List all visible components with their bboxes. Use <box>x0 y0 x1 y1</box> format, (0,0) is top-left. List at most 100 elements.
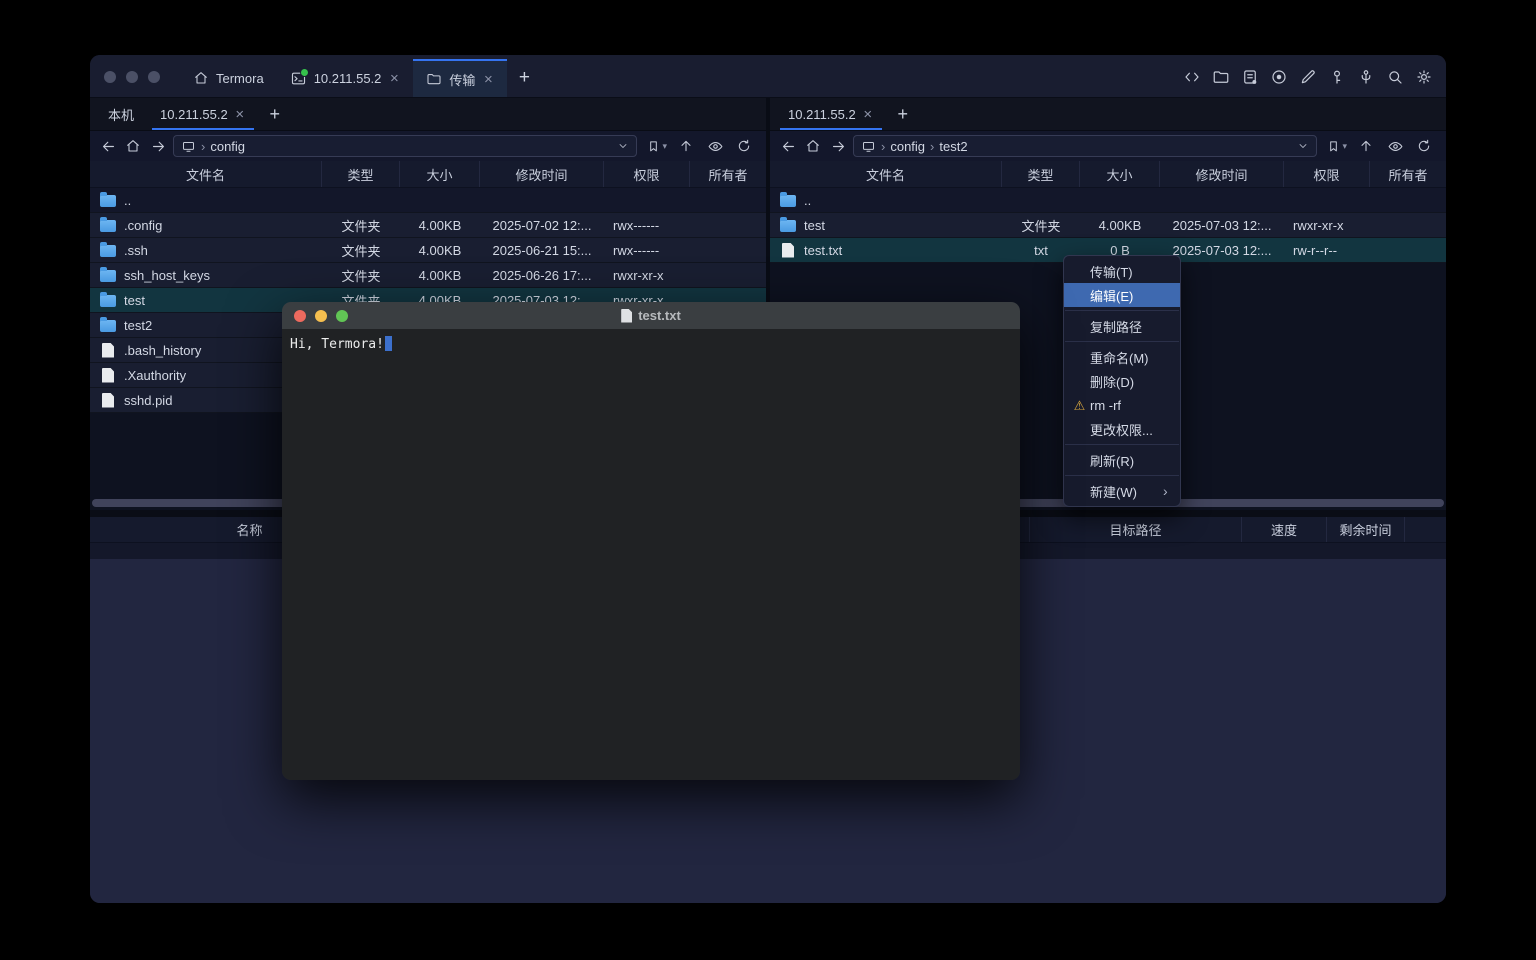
table-row[interactable]: .. <box>90 188 766 213</box>
macro-record-button[interactable] <box>1270 68 1288 86</box>
home-button[interactable] <box>123 136 143 156</box>
tab-termora-home[interactable]: Termora <box>180 59 277 97</box>
context-menu-item[interactable]: 重命名(M) <box>1064 345 1180 369</box>
path-dropdown-button[interactable] <box>617 140 629 152</box>
bookmarks-button[interactable] <box>646 139 667 154</box>
context-menu-item[interactable]: rm -rf <box>1064 393 1180 417</box>
context-menu-item[interactable]: 删除(D) <box>1064 369 1180 393</box>
column-header[interactable]: 剩余时间 <box>1327 517 1405 542</box>
context-menu-item[interactable]: 复制路径 <box>1064 314 1180 338</box>
file-name-cell: .. <box>770 188 1002 212</box>
column-header[interactable]: 权限 <box>1284 161 1370 187</box>
tab-local-machine[interactable]: 本机 <box>95 98 147 130</box>
back-button[interactable] <box>98 136 118 156</box>
event-log-button[interactable] <box>1241 68 1259 86</box>
table-row[interactable]: .. <box>770 188 1446 213</box>
column-header[interactable]: 文件名 <box>770 161 1002 187</box>
tab-terminal-session[interactable]: 10.211.55.2 <box>277 59 414 97</box>
context-menu-item[interactable]: 编辑(E) <box>1064 283 1180 307</box>
column-header[interactable]: 所有者 <box>690 161 766 187</box>
new-panel-tab-button[interactable] <box>259 98 291 130</box>
new-panel-tab-button[interactable] <box>887 98 919 130</box>
editor-titlebar[interactable]: test.txt <box>282 302 1020 329</box>
parent-directory-button[interactable] <box>1356 136 1376 156</box>
settings-button[interactable] <box>1415 68 1433 86</box>
column-header[interactable]: 所有者 <box>1370 161 1446 187</box>
tab-transfer[interactable]: 传输 <box>413 59 507 97</box>
menu-item-label: 重命名(M) <box>1090 348 1163 367</box>
forward-button[interactable] <box>828 136 848 156</box>
folder-icon <box>426 71 442 87</box>
file-mtime <box>480 188 604 212</box>
table-row[interactable]: .config 文件夹 4.00KB 2025-07-02 12:... rwx… <box>90 213 766 238</box>
bookmark-dropdown-icon[interactable] <box>1342 141 1347 152</box>
column-header[interactable]: 文件名 <box>90 161 322 187</box>
tab-remote-host[interactable]: 10.211.55.2 <box>775 98 887 130</box>
column-header[interactable]: 修改时间 <box>480 161 604 187</box>
close-tab-icon[interactable] <box>862 106 874 122</box>
home-button[interactable] <box>803 136 823 156</box>
editor-text-area[interactable]: Hi, Termora! <box>282 329 1020 780</box>
show-hidden-files-button[interactable] <box>1385 136 1405 156</box>
breadcrumb-segment[interactable]: config <box>196 139 245 154</box>
breadcrumb[interactable]: config <box>173 135 637 157</box>
column-header[interactable]: 权限 <box>604 161 690 187</box>
context-menu-item[interactable]: 更改权限... <box>1064 417 1180 441</box>
close-window-button[interactable] <box>104 71 116 83</box>
maximize-window-button[interactable] <box>336 310 348 322</box>
maximize-window-button[interactable] <box>148 71 160 83</box>
column-header[interactable]: 修改时间 <box>1160 161 1284 187</box>
column-header[interactable]: 速度 <box>1242 517 1327 542</box>
column-header[interactable]: 类型 <box>1002 161 1080 187</box>
column-header[interactable]: 目标路径 <box>1030 517 1242 542</box>
column-header[interactable]: 大小 <box>1080 161 1160 187</box>
back-button[interactable] <box>778 136 798 156</box>
close-tab-icon[interactable] <box>388 70 400 86</box>
bookmarks-button[interactable] <box>1326 139 1347 154</box>
column-header[interactable]: 大小 <box>400 161 480 187</box>
file-owner <box>1370 238 1446 262</box>
tab-label: Termora <box>216 71 264 86</box>
forward-button[interactable] <box>148 136 168 156</box>
breadcrumb-segment[interactable]: config <box>876 139 925 154</box>
arrow-up-icon <box>1358 138 1374 154</box>
close-window-button[interactable] <box>294 310 306 322</box>
file-type <box>1002 188 1080 212</box>
path-dropdown-button[interactable] <box>1297 140 1309 152</box>
show-hidden-files-button[interactable] <box>705 136 725 156</box>
menu-separator <box>1065 475 1179 476</box>
arrow-left-icon <box>100 138 117 155</box>
bookmark-dropdown-icon[interactable] <box>662 141 667 152</box>
menu-item-label: rm -rf <box>1090 398 1163 413</box>
editor-window: test.txt Hi, Termora! <box>282 302 1020 780</box>
context-menu-item[interactable]: 新建(W) <box>1064 479 1180 503</box>
table-row[interactable]: .ssh 文件夹 4.00KB 2025-06-21 15:... rwx---… <box>90 238 766 263</box>
keychain-button[interactable] <box>1357 68 1375 86</box>
breadcrumb-segment[interactable]: test2 <box>925 139 968 154</box>
context-menu-item[interactable]: 刷新(R) <box>1064 448 1180 472</box>
column-header[interactable] <box>1405 517 1446 542</box>
column-header[interactable]: 类型 <box>322 161 400 187</box>
refresh-button[interactable] <box>1414 136 1434 156</box>
key-manager-button[interactable] <box>1328 68 1346 86</box>
column-header-label: 文件名 <box>866 165 905 184</box>
right-path-actions <box>1322 136 1438 156</box>
refresh-button[interactable] <box>734 136 754 156</box>
transfer-manager-button[interactable] <box>1212 68 1230 86</box>
new-tab-button[interactable] <box>507 59 541 97</box>
table-row[interactable]: ssh_host_keys 文件夹 4.00KB 2025-06-26 17:.… <box>90 263 766 288</box>
file-permissions <box>1284 188 1370 212</box>
edit-button[interactable] <box>1299 68 1317 86</box>
tab-remote-host[interactable]: 10.211.55.2 <box>147 98 259 130</box>
file-name-cell: .ssh <box>90 238 322 262</box>
parent-directory-button[interactable] <box>676 136 696 156</box>
close-tab-icon[interactable] <box>482 71 494 87</box>
context-menu-item[interactable]: 传输(T) <box>1064 259 1180 283</box>
search-button[interactable] <box>1386 68 1404 86</box>
minimize-window-button[interactable] <box>126 71 138 83</box>
table-row[interactable]: test 文件夹 4.00KB 2025-07-03 12:... rwxr-x… <box>770 213 1446 238</box>
close-tab-icon[interactable] <box>234 106 246 122</box>
minimize-window-button[interactable] <box>315 310 327 322</box>
code-snippets-button[interactable] <box>1183 68 1201 86</box>
breadcrumb[interactable]: config test2 <box>853 135 1317 157</box>
